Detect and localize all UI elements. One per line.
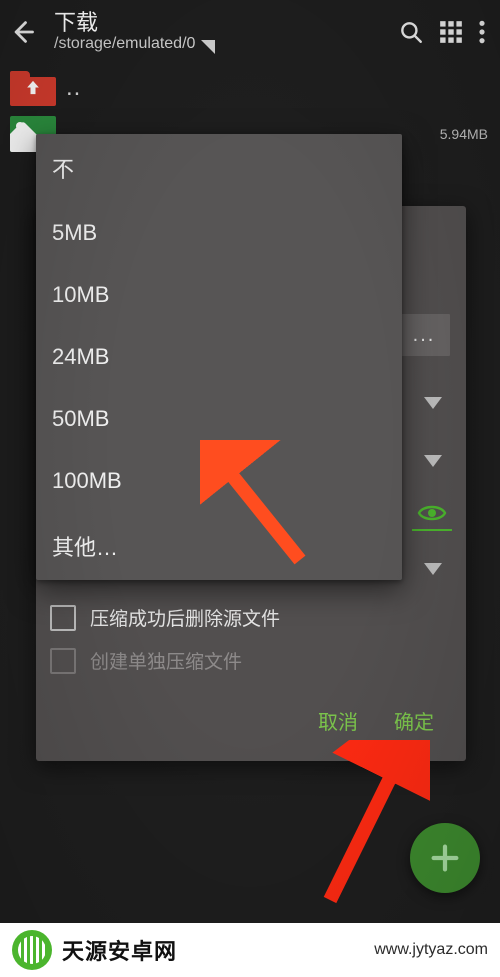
popup-option[interactable]: 不 [36,134,402,202]
parent-directory-row[interactable]: .. [0,64,500,110]
overflow-menu-icon[interactable] [478,19,486,45]
up-label: .. [66,76,81,100]
delete-source-label: 压缩成功后删除源文件 [90,604,280,631]
single-archive-label: 创建单独压缩文件 [90,647,242,674]
popup-option[interactable]: 50MB [36,388,402,450]
popup-option[interactable]: 10MB [36,264,402,326]
browse-path-button[interactable]: ... [398,314,450,356]
watermark-bar: 天源安卓网 www.jytyaz.com [0,923,500,977]
title-block[interactable]: 下载 /storage/emulated/0 [54,10,390,54]
dropdown-caret-icon [201,40,215,54]
split-size-popup: 不 5MB 10MB 24MB 50MB 100MB 其他… [36,134,402,580]
popup-option[interactable]: 24MB [36,326,402,388]
popup-option[interactable]: 5MB [36,202,402,264]
single-archive-checkbox-row: 创建单独压缩文件 [36,639,466,682]
path-text: /storage/emulated/0 [54,35,195,53]
back-icon[interactable] [8,18,36,46]
ok-button[interactable]: 确定 [394,706,434,735]
file-size-label: 5.94MB [440,126,488,142]
checkbox-icon[interactable] [50,605,76,631]
page-title: 下载 [54,10,390,35]
delete-source-checkbox-row[interactable]: 压缩成功后删除源文件 [36,596,466,639]
dialog-button-row: 取消 确定 [36,682,466,761]
plus-icon [428,841,462,875]
cancel-button[interactable]: 取消 [318,706,358,735]
watermark-logo-icon [12,930,52,970]
chevron-down-icon [424,397,442,409]
checkbox-icon [50,648,76,674]
popup-option[interactable]: 100MB [36,450,402,512]
chevron-down-icon [424,455,442,467]
search-icon[interactable] [398,19,424,45]
chevron-down-icon [424,555,442,581]
annotation-arrow-icon [300,740,430,910]
watermark-title: 天源安卓网 [62,934,177,966]
add-fab[interactable] [410,823,480,893]
grid-view-icon[interactable] [438,19,464,45]
app-header: 下载 /storage/emulated/0 [0,0,500,64]
folder-up-icon [10,70,56,106]
watermark-url: www.jytyaz.com [374,941,488,959]
eye-icon[interactable] [412,497,452,531]
popup-option[interactable]: 其他… [36,512,402,580]
path-breadcrumb: /storage/emulated/0 [54,35,390,53]
